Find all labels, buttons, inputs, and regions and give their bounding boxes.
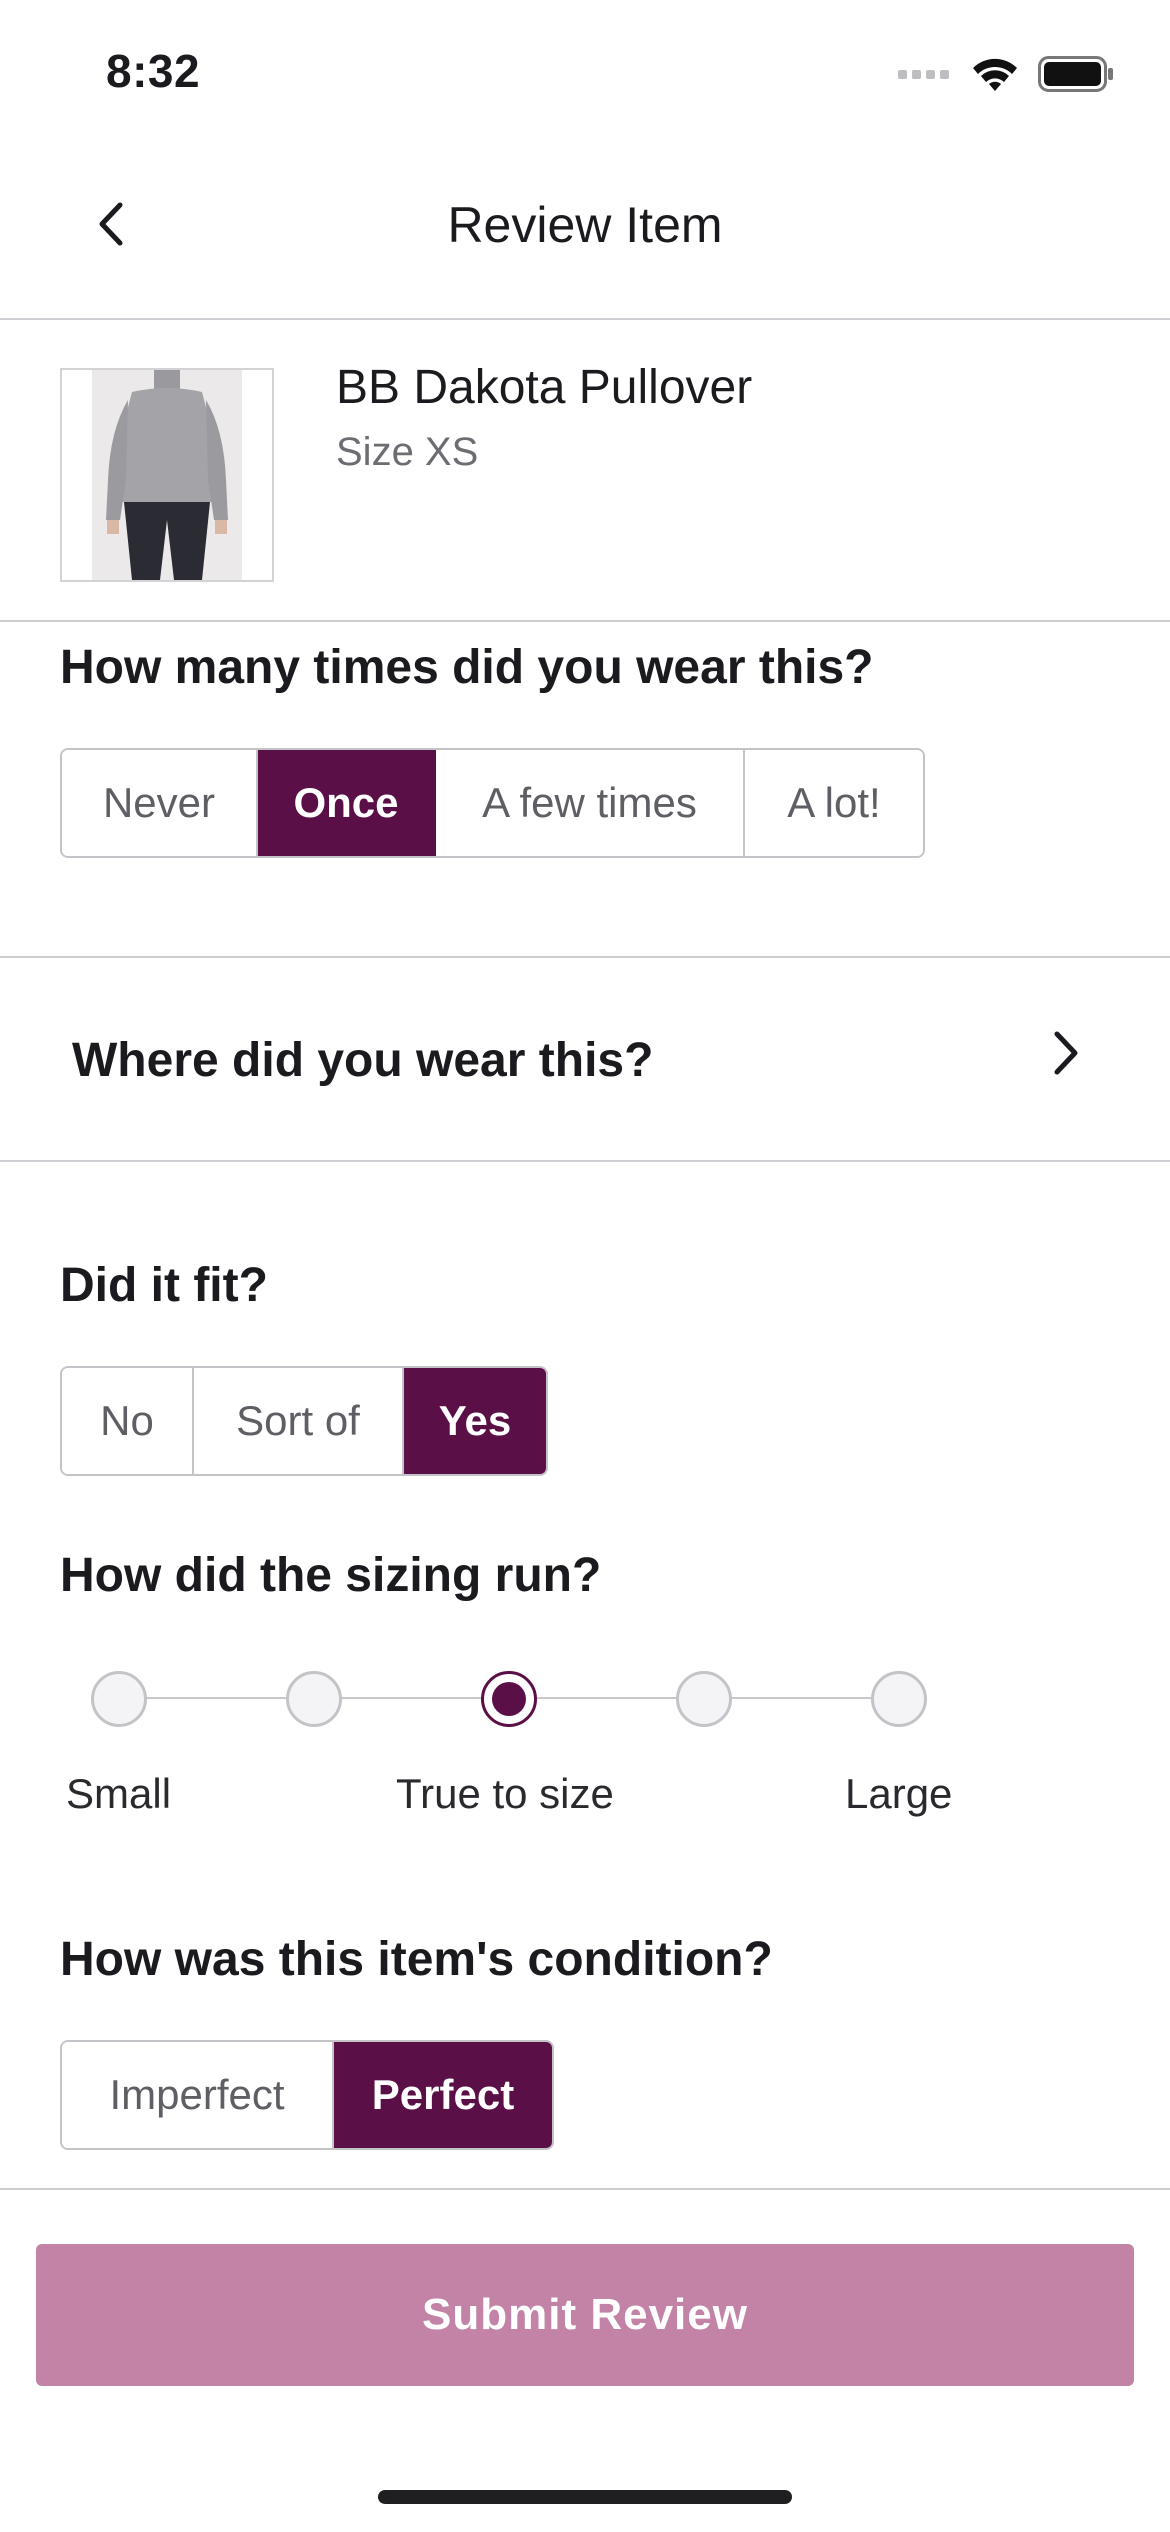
option-no[interactable]: No — [62, 1368, 194, 1474]
option-never[interactable]: Never — [62, 750, 258, 856]
sizing-question: How did the sizing run? — [60, 1549, 602, 1602]
submit-review-button[interactable]: Submit Review — [36, 2244, 1134, 2386]
wear-count-question: How many times did you wear this? — [60, 641, 874, 694]
status-time: 8:32 — [106, 45, 201, 97]
option-perfect[interactable]: Perfect — [334, 2042, 552, 2148]
fit-segmented-control: No Sort of Yes — [60, 1366, 548, 1476]
product-name: BB Dakota Pullover — [336, 361, 753, 414]
sizing-step-3[interactable] — [481, 1671, 537, 1727]
divider — [0, 1160, 1170, 1162]
condition-segmented-control: Imperfect Perfect — [60, 2040, 554, 2150]
where-worn-label: Where did you wear this? — [72, 1033, 654, 1087]
option-sort-of[interactable]: Sort of — [194, 1368, 404, 1474]
option-imperfect[interactable]: Imperfect — [62, 2042, 334, 2148]
option-once[interactable]: Once — [258, 750, 436, 856]
sizing-step-4[interactable] — [676, 1671, 732, 1727]
sizing-label-large: Large — [845, 1770, 953, 1817]
home-indicator[interactable] — [378, 2490, 792, 2504]
option-a-lot[interactable]: A lot! — [745, 750, 923, 856]
wear-count-segmented-control: Never Once A few times A lot! — [60, 748, 925, 858]
sizing-step-5[interactable] — [871, 1671, 927, 1727]
sizing-label-true-to-size: True to size — [396, 1770, 614, 1817]
fit-question: Did it fit? — [60, 1259, 268, 1312]
product-image — [60, 368, 274, 582]
option-yes[interactable]: Yes — [404, 1368, 546, 1474]
option-a-few-times[interactable]: A few times — [436, 750, 745, 856]
sizing-label-small: Small — [66, 1770, 172, 1817]
divider — [0, 2188, 1170, 2190]
sizing-step-2[interactable] — [286, 1671, 342, 1727]
battery-icon — [1038, 56, 1113, 92]
divider — [0, 620, 1170, 622]
product-size: Size XS — [336, 430, 479, 474]
wifi-icon — [973, 58, 1017, 91]
status-icons — [898, 54, 1114, 94]
signal-icon — [898, 70, 949, 79]
divider — [0, 318, 1170, 320]
page-title: Review Item — [447, 197, 723, 253]
chevron-right-icon — [1054, 1031, 1078, 1075]
where-worn-row[interactable]: Where did you wear this? — [0, 958, 1170, 1162]
condition-question: How was this item's condition? — [60, 1933, 773, 1986]
sizing-step-1[interactable] — [91, 1671, 147, 1727]
